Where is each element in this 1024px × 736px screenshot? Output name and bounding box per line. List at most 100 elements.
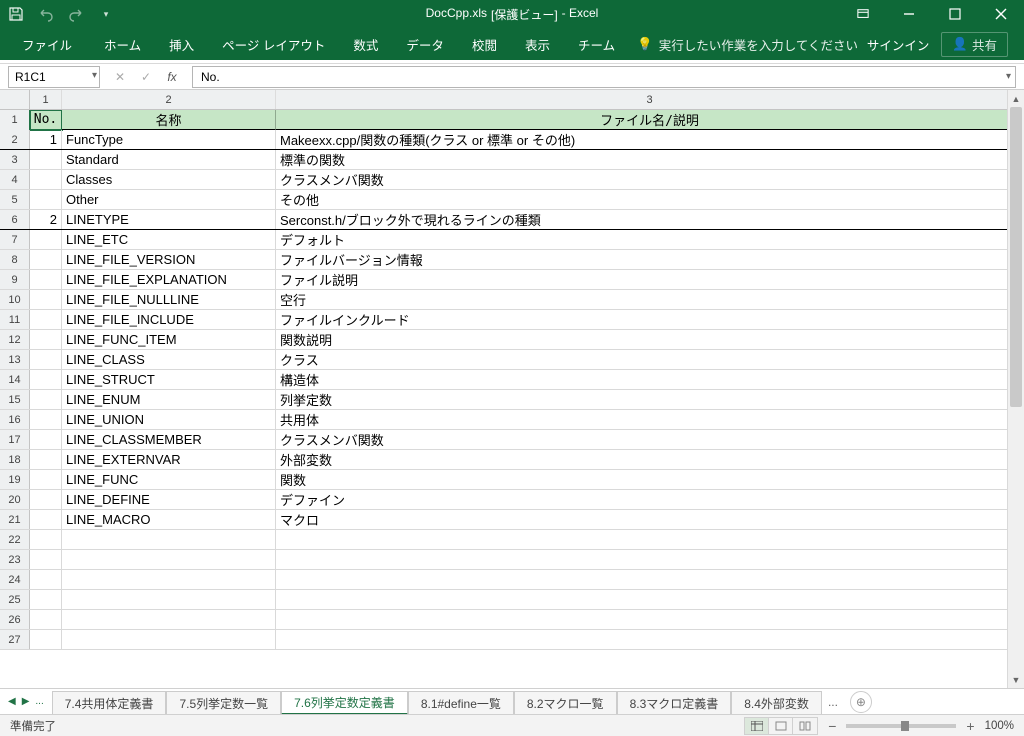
cell-name[interactable] — [62, 590, 276, 609]
sheet-nav-ellipsis[interactable]: ... — [35, 696, 43, 707]
cell-desc[interactable]: Serconst.h/ブロック外で現れるラインの種類 — [276, 210, 1024, 229]
cell-desc[interactable]: 関数 — [276, 470, 1024, 489]
cell-desc[interactable]: ファイル説明 — [276, 270, 1024, 289]
formula-expand-icon[interactable]: ▾ — [1006, 71, 1011, 82]
row-header[interactable]: 14 — [0, 370, 30, 389]
tab-team[interactable]: チーム — [564, 28, 629, 60]
row-header[interactable]: 12 — [0, 330, 30, 349]
cell-desc[interactable]: クラスメンバ関数 — [276, 430, 1024, 449]
cell-no[interactable] — [30, 470, 62, 489]
cell-desc[interactable]: 構造体 — [276, 370, 1024, 389]
cell-name[interactable]: FuncType — [62, 130, 276, 149]
cell-desc[interactable]: 共用体 — [276, 410, 1024, 429]
row-header[interactable]: 18 — [0, 450, 30, 469]
row-header[interactable]: 2 — [0, 130, 30, 149]
cell-no[interactable] — [30, 330, 62, 349]
row-header[interactable]: 5 — [0, 190, 30, 209]
cell-no[interactable] — [30, 290, 62, 309]
row-header[interactable]: 15 — [0, 390, 30, 409]
cell-name[interactable] — [62, 570, 276, 589]
cell-name[interactable]: LINE_FILE_NULLLINE — [62, 290, 276, 309]
cell-name[interactable]: LINE_CLASS — [62, 350, 276, 369]
cell-desc[interactable]: 空行 — [276, 290, 1024, 309]
col-header-2[interactable]: 2 — [62, 90, 276, 109]
cell-no[interactable] — [30, 170, 62, 189]
cell-name[interactable]: Classes — [62, 170, 276, 189]
cell-no[interactable] — [30, 190, 62, 209]
cell-name[interactable]: LINE_ETC — [62, 230, 276, 249]
cell-desc[interactable]: 外部変数 — [276, 450, 1024, 469]
cell-no[interactable] — [30, 230, 62, 249]
cell-desc[interactable]: 関数説明 — [276, 330, 1024, 349]
scroll-up-icon[interactable]: ▲ — [1008, 90, 1024, 107]
cell-name[interactable] — [62, 610, 276, 629]
cell-name[interactable] — [62, 630, 276, 649]
cell-desc[interactable] — [276, 550, 1024, 569]
formula-input[interactable]: No. ▾ — [192, 66, 1016, 88]
cell-no[interactable] — [30, 350, 62, 369]
cell-desc[interactable]: 列挙定数 — [276, 390, 1024, 409]
cell-desc[interactable]: ファイルインクルード — [276, 310, 1024, 329]
vertical-scrollbar[interactable]: ▲ ▼ — [1007, 90, 1024, 688]
row-header[interactable]: 20 — [0, 490, 30, 509]
cell-name[interactable]: LINE_UNION — [62, 410, 276, 429]
tab-formulas[interactable]: 数式 — [339, 28, 392, 60]
sheet-tab[interactable]: 8.3マクロ定義書 — [617, 691, 732, 715]
row-header[interactable]: 21 — [0, 510, 30, 529]
zoom-level[interactable]: 100% — [985, 720, 1014, 732]
sheet-tab[interactable]: 8.2マクロ一覧 — [514, 691, 617, 715]
signin-link[interactable]: サインイン — [867, 35, 930, 54]
header-desc[interactable]: ファイル名/説明 — [276, 110, 1024, 130]
cell-no[interactable] — [30, 450, 62, 469]
sheet-tab[interactable]: 8.4外部変数 — [731, 691, 822, 715]
row-header[interactable]: 8 — [0, 250, 30, 269]
row-header[interactable]: 27 — [0, 630, 30, 649]
zoom-out-button[interactable]: − — [828, 718, 836, 734]
cell-desc[interactable]: クラスメンバ関数 — [276, 170, 1024, 189]
row-header[interactable]: 17 — [0, 430, 30, 449]
row-header[interactable]: 19 — [0, 470, 30, 489]
save-icon[interactable] — [8, 6, 24, 22]
cell-desc[interactable]: その他 — [276, 190, 1024, 209]
tell-me-search[interactable]: 💡 実行したい作業を入力してください — [637, 35, 858, 54]
page-break-view-icon[interactable] — [793, 718, 817, 734]
header-name[interactable]: 名称 — [62, 110, 276, 130]
fx-icon[interactable]: fx — [164, 70, 180, 84]
zoom-slider[interactable] — [846, 724, 956, 728]
tab-file[interactable]: ファイル — [4, 28, 90, 60]
tab-view[interactable]: 表示 — [511, 28, 564, 60]
qat-customize-icon[interactable]: ▾ — [98, 6, 114, 22]
row-header[interactable]: 23 — [0, 550, 30, 569]
tab-data[interactable]: データ — [392, 28, 458, 60]
cell-name[interactable]: LINE_STRUCT — [62, 370, 276, 389]
cell-desc[interactable] — [276, 590, 1024, 609]
cell-no[interactable] — [30, 630, 62, 649]
cell-name[interactable]: LINE_FILE_INCLUDE — [62, 310, 276, 329]
row-header[interactable]: 25 — [0, 590, 30, 609]
cell-no[interactable] — [30, 530, 62, 549]
cell-desc[interactable] — [276, 630, 1024, 649]
cell-desc[interactable]: ファイルバージョン情報 — [276, 250, 1024, 269]
cell-no[interactable] — [30, 610, 62, 629]
cell-name[interactable]: LINE_FUNC_ITEM — [62, 330, 276, 349]
sheet-tab[interactable]: 8.1#define一覧 — [408, 691, 514, 715]
cell-no[interactable] — [30, 590, 62, 609]
row-header[interactable]: 7 — [0, 230, 30, 249]
cell-no[interactable] — [30, 510, 62, 529]
cell-no[interactable] — [30, 570, 62, 589]
cell-desc[interactable] — [276, 610, 1024, 629]
cell-name[interactable]: LINE_EXTERNVAR — [62, 450, 276, 469]
zoom-in-button[interactable]: + — [966, 718, 974, 734]
sheet-tab[interactable]: 7.4共用体定義書 — [52, 691, 167, 715]
share-button[interactable]: 👤 共有 — [941, 32, 1008, 57]
row-header[interactable]: 13 — [0, 350, 30, 369]
cell-no[interactable] — [30, 250, 62, 269]
row-header[interactable]: 9 — [0, 270, 30, 289]
minimize-button[interactable] — [886, 0, 932, 28]
normal-view-icon[interactable] — [745, 718, 769, 734]
sheet-tab[interactable]: 7.6列挙定数定義書 — [281, 691, 408, 715]
row-header[interactable]: 26 — [0, 610, 30, 629]
cell-desc[interactable]: Makeexx.cpp/関数の種類(クラス or 標準 or その他) — [276, 130, 1024, 149]
close-button[interactable] — [978, 0, 1024, 28]
row-header[interactable]: 22 — [0, 530, 30, 549]
